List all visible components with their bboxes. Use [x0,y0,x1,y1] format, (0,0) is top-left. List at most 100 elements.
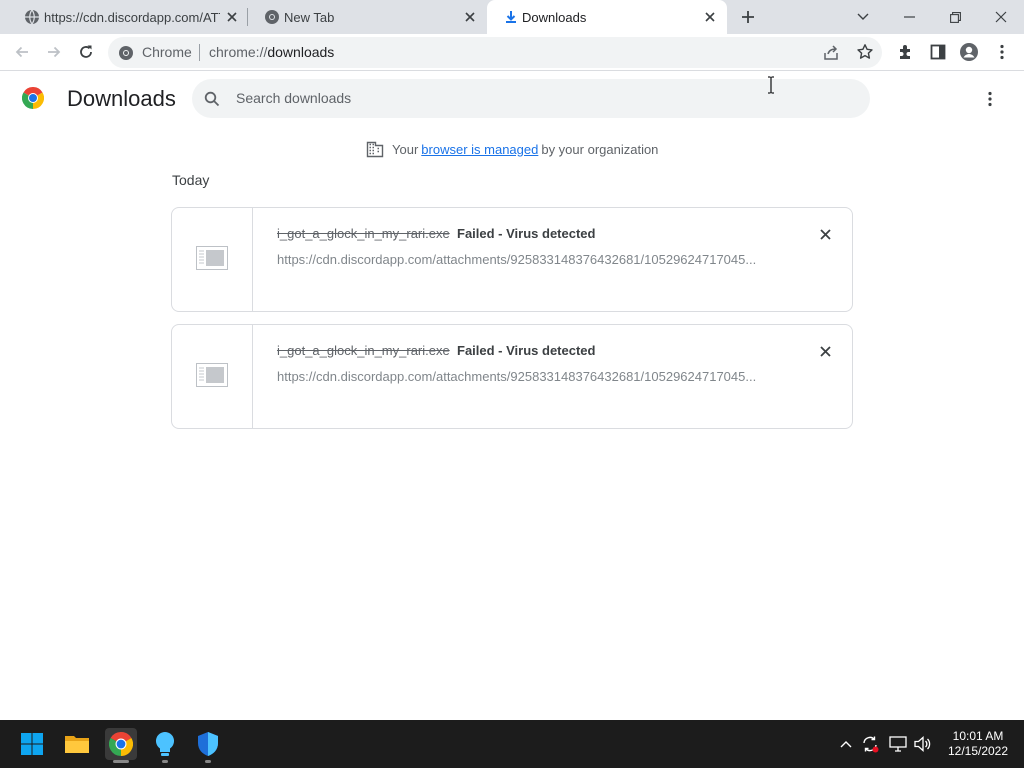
tab-title: New Tab [284,9,335,25]
omnibox-chip: Chrome [142,44,192,60]
file-icon-column [172,325,253,428]
download-item: i_got_a_glock_in_my_rari.exe Failed - Vi… [171,207,853,312]
clock-time: 10:01 AM [952,729,1004,743]
url-path: downloads [267,44,335,60]
tab-strip: https://cdn.discordapp.com/ATTA New Tab … [0,0,1024,34]
kebab-menu-icon [988,91,992,107]
downloads-more-actions-button[interactable] [978,87,1002,111]
tab-search-button[interactable] [840,0,886,34]
clock-date: 12/15/2022 [947,744,1009,758]
omnibox-divider [199,44,200,61]
remove-download-button[interactable] [815,341,835,361]
bookmark-star-icon[interactable] [856,43,874,61]
page-title: Downloads [67,86,176,111]
close-tab-icon[interactable] [224,9,240,25]
tips-button[interactable] [149,728,181,760]
chevron-down-icon [857,13,869,20]
side-panel-icon [930,44,946,60]
minimize-icon [903,16,915,18]
file-icon [196,246,228,270]
download-url[interactable]: https://cdn.discordapp.com/attachments/9… [277,252,773,267]
reload-button[interactable] [74,40,98,64]
file-explorer-icon [65,736,89,753]
running-app-indicator [205,760,211,763]
download-status: Failed - Virus detected [457,226,596,241]
close-icon [995,11,1007,23]
search-icon [204,91,220,107]
browser-menu-button[interactable] [990,40,1014,64]
file-icon-column [172,208,253,311]
close-icon [819,228,831,240]
new-tab-button[interactable] [736,5,760,29]
chrome-icon [109,732,133,756]
speaker-icon [914,736,931,752]
managed-suffix: by your organization [541,141,659,157]
building-icon [366,141,384,158]
close-window-button[interactable] [978,0,1024,34]
tab-title: https://cdn.discordapp.com/ATTA [44,9,220,25]
security-button[interactable] [192,728,224,760]
close-tab-icon[interactable] [702,9,718,25]
omnibox-url[interactable]: chrome://downloads [209,44,334,60]
chrome-taskbar-button[interactable] [105,728,137,760]
browser-toolbar: Chrome chrome://downloads [0,34,1024,71]
close-icon [819,345,831,357]
extensions-button[interactable] [894,40,918,64]
close-tab-icon[interactable] [462,9,478,25]
tab-downloads[interactable]: Downloads [487,0,727,34]
kebab-menu-icon [1000,44,1004,60]
defender-icon [198,732,218,756]
sync-tray-icon[interactable] [860,734,880,754]
text-cursor-icon [768,76,774,94]
browser-managed-link[interactable]: browser is managed [421,142,538,157]
chrome-icon [265,10,279,24]
download-item: i_got_a_glock_in_my_rari.exe Failed - Vi… [171,324,853,429]
file-explorer-button[interactable] [61,728,93,760]
taskbar-clock[interactable]: 10:01 AM 12/15/2022 [938,729,1018,759]
active-app-indicator [113,760,129,763]
restore-icon [949,11,961,23]
omnibox[interactable]: Chrome chrome://downloads [108,37,882,68]
managed-prefix: Your [392,141,419,157]
chrome-site-icon [119,46,133,60]
url-scheme: chrome:// [209,44,268,60]
windows-start-icon [21,733,43,755]
forward-button[interactable] [42,40,66,64]
avatar-icon [960,43,978,61]
date-section-heading: Today [172,172,210,188]
restore-button[interactable] [932,0,978,34]
download-status: Failed - Virus detected [457,343,596,358]
back-button[interactable] [10,40,34,64]
chevron-up-icon [840,741,852,748]
tips-icon [155,731,175,756]
file-icon [196,363,228,387]
plus-icon [742,11,754,23]
tab-new-tab[interactable]: New Tab [248,0,486,34]
network-tray-icon[interactable] [888,734,908,754]
download-icon [506,11,516,23]
download-filename[interactable]: i_got_a_glock_in_my_rari.exe [277,226,450,241]
running-app-indicator [162,760,168,763]
download-url[interactable]: https://cdn.discordapp.com/attachments/9… [277,369,773,384]
show-hidden-icons-button[interactable] [836,734,856,754]
volume-tray-icon[interactable] [913,734,933,754]
start-button[interactable] [16,728,48,760]
tab-discord-attachment[interactable]: https://cdn.discordapp.com/ATTA [8,0,246,34]
download-filename[interactable]: i_got_a_glock_in_my_rari.exe [277,343,450,358]
sync-icon [863,736,879,753]
puzzle-icon [900,45,910,59]
arrow-left-icon [15,46,28,58]
search-input[interactable] [236,88,836,108]
chrome-logo-icon [22,87,44,109]
side-panel-button[interactable] [926,40,950,64]
reload-icon [80,45,92,58]
share-icon[interactable] [822,44,840,62]
minimize-button[interactable] [886,0,932,34]
tab-title: Downloads [522,9,587,25]
arrow-right-icon [48,46,61,58]
windows-taskbar: 10:01 AM 12/15/2022 [0,720,1024,768]
remove-download-button[interactable] [815,224,835,244]
network-icon [889,736,907,752]
globe-icon [25,9,39,25]
profile-button[interactable] [957,40,981,64]
